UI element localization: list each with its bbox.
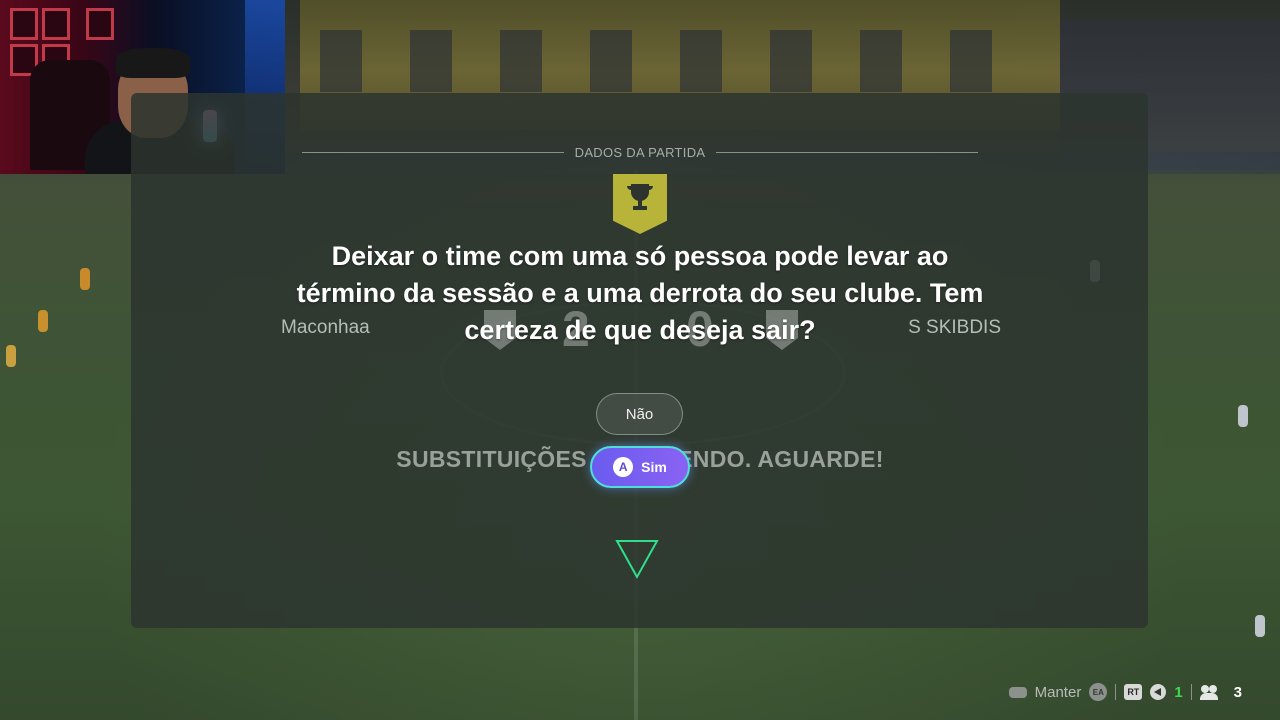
controller-icon: [1008, 686, 1027, 698]
player: [38, 310, 48, 332]
hud-divider: [1190, 684, 1192, 700]
rt-trigger-icon: RT: [1124, 684, 1143, 700]
players-icon: [1199, 685, 1220, 700]
stand-window: [860, 30, 902, 92]
ea-icon: EA: [1089, 683, 1108, 701]
no-button[interactable]: Não: [596, 393, 683, 435]
hud-divider: [1115, 684, 1117, 700]
player: [80, 268, 90, 290]
stand-window: [770, 30, 812, 92]
no-button-label: Não: [625, 405, 654, 423]
stand-window: [950, 30, 992, 92]
voice-count: 1: [1174, 683, 1183, 701]
wall-frame: [10, 8, 38, 40]
players-count: 3: [1233, 683, 1242, 701]
wall-frame: [42, 8, 70, 40]
player: [6, 345, 16, 367]
leave-confirmation-message: Deixar o time com uma só pessoa pode lev…: [296, 241, 984, 345]
stand-window: [320, 30, 362, 92]
bottom-hud: Manter EA RT 1 3: [1008, 682, 1242, 702]
player: [1238, 405, 1248, 427]
stand-window: [590, 30, 632, 92]
a-button-icon: A: [613, 457, 634, 477]
hold-label: Manter: [1034, 683, 1082, 701]
streamer-hair: [116, 48, 190, 78]
yes-button-label: Sim: [641, 459, 667, 475]
stand-window: [410, 30, 452, 92]
speaker-icon: [1150, 684, 1167, 700]
player: [1255, 615, 1265, 637]
stand-window: [680, 30, 722, 92]
down-arrow-icon: [615, 540, 659, 580]
yes-button[interactable]: A Sim: [590, 446, 690, 488]
stand-window: [500, 30, 542, 92]
panel-title: DADOS DA PARTIDA: [574, 145, 706, 160]
wall-frame: [86, 8, 114, 40]
